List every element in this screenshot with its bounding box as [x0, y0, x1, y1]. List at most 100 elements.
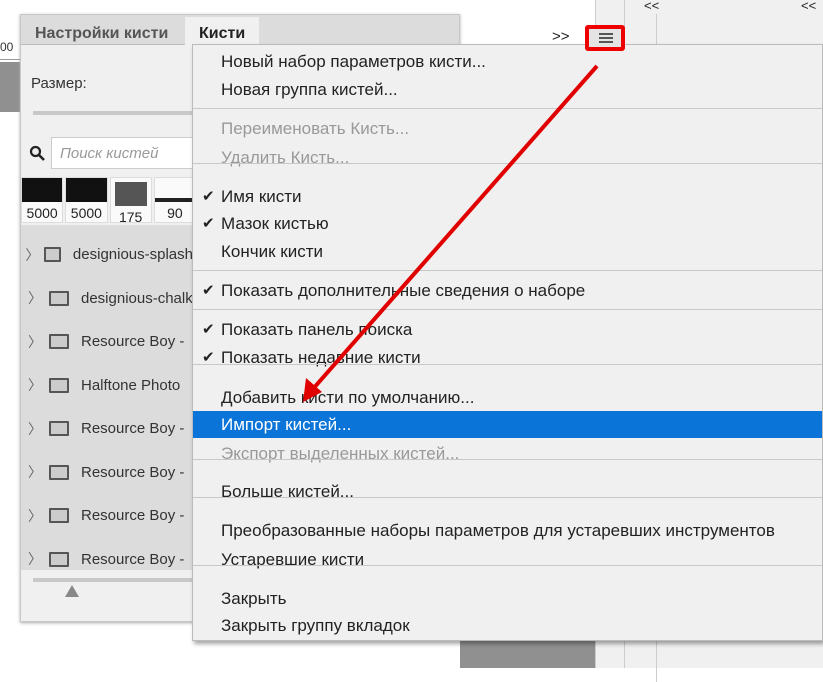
- collapse-button[interactable]: <<: [644, 0, 659, 13]
- menu-item[interactable]: Удалить Кисть...: [193, 144, 822, 171]
- menu-separator: [193, 270, 822, 271]
- brush-group-row[interactable]: 〉 Resource Boy -: [21, 494, 193, 537]
- thumbnail-size-slider[interactable]: [33, 578, 203, 582]
- chevron-right-icon[interactable]: 〉: [21, 506, 49, 526]
- menu-separator: [193, 163, 822, 164]
- brush-group-row[interactable]: 〉 designious-chalk: [21, 277, 193, 320]
- checkmark-icon: ✔: [202, 188, 215, 205]
- menu-item[interactable]: ✔ Показать дополнительные сведения о набо…: [193, 277, 822, 304]
- menu-item[interactable]: Больше кистей...: [193, 478, 822, 505]
- brush-group-row[interactable]: 〉 Resource Boy -: [21, 320, 193, 363]
- menu-item[interactable]: Кончик кисти: [193, 238, 822, 265]
- menu-item-label: Удалить Кисть...: [221, 148, 350, 167]
- brush-group-row[interactable]: 〉 designious-splash: [21, 233, 193, 276]
- group-name: designious-splash: [72, 246, 193, 263]
- chevron-right-icon[interactable]: 〉: [21, 549, 49, 569]
- menu-item-label: Переименовать Кисть...: [221, 119, 410, 138]
- folder-icon: [49, 334, 69, 349]
- folder-icon: [49, 508, 69, 523]
- brush-group-row[interactable]: 〉 Resource Boy -: [21, 451, 193, 494]
- group-name: Halftone Photo: [81, 376, 181, 394]
- group-name: Resource Boy -: [81, 420, 185, 437]
- menu-item-label: Экспорт выделенных кистей...: [221, 444, 460, 463]
- brush-thumb[interactable]: 5000: [65, 177, 108, 223]
- menu-item-label: Имя кисти: [221, 187, 302, 206]
- menu-item[interactable]: Экспорт выделенных кистей...: [193, 440, 822, 467]
- brush-thumb[interactable]: 5000: [21, 177, 64, 223]
- menu-item-label: Кончик кисти: [221, 242, 323, 261]
- group-name: Resource Boy -: [81, 333, 185, 350]
- ruler: 00: [0, 40, 22, 60]
- folder-icon: [49, 421, 69, 436]
- menu-item[interactable]: ✔ Показать недавние кисти: [193, 344, 822, 371]
- menu-item[interactable]: Новая группа кистей...: [193, 76, 822, 103]
- folder-icon: [49, 464, 69, 480]
- slider-handle[interactable]: [65, 585, 79, 597]
- menu-item[interactable]: Устаревшие кисти: [193, 546, 822, 573]
- tab-bar: Настройки кисти Кисти: [21, 15, 459, 46]
- size-label: Размер:: [31, 75, 87, 92]
- group-name: designious-chalk: [81, 289, 193, 307]
- menu-item-label: Преобразованные наборы параметров для ус…: [221, 521, 775, 540]
- folder-icon: [49, 377, 69, 393]
- menu-item-label: Показать дополнительные сведения о набор…: [221, 281, 586, 300]
- brush-group-row[interactable]: 〉 Halftone Photo: [21, 364, 193, 407]
- recent-brushes: 5000 5000 175 90: [21, 177, 196, 225]
- group-name: Resource Boy -: [81, 550, 185, 568]
- search-icon: [29, 145, 45, 161]
- collapse-button[interactable]: <<: [801, 0, 816, 13]
- menu-item-label: Закрыть: [221, 589, 287, 608]
- chevron-right-icon[interactable]: 〉: [21, 245, 44, 265]
- size-slider[interactable]: [33, 111, 203, 115]
- checkmark-icon: ✔: [202, 215, 215, 232]
- chevron-right-icon[interactable]: 〉: [21, 375, 49, 395]
- menu-item[interactable]: Импорт кистей...: [193, 411, 822, 438]
- menu-item[interactable]: Закрыть: [193, 585, 822, 612]
- brush-group-list: 〉 designious-splash 〉 designious-chalk 〉 Reso…: [21, 225, 193, 570]
- menu-item[interactable]: ✔ Имя кисти: [193, 183, 822, 210]
- menu-item[interactable]: ✔ Показать панель поиска: [193, 316, 822, 343]
- chevron-right-icon[interactable]: 〉: [21, 288, 49, 308]
- brush-group-row[interactable]: 〉 Resource Boy -: [21, 407, 193, 450]
- checkmark-icon: ✔: [202, 282, 215, 299]
- menu-separator: [193, 364, 822, 365]
- menu-item-label: Устаревшие кисти: [221, 550, 365, 569]
- chevron-right-icon[interactable]: 〉: [21, 332, 49, 352]
- brush-thumb[interactable]: 175: [109, 177, 152, 225]
- search-input[interactable]: Поиск кистей: [51, 137, 201, 169]
- panel-context-menu: Новый набор параметров кисти... Новая гру…: [192, 44, 823, 641]
- menu-item-label: Новая группа кистей...: [221, 80, 398, 99]
- menu-separator: [193, 497, 822, 498]
- chevron-right-icon[interactable]: 〉: [21, 419, 49, 439]
- menu-item-label: Добавить кисти по умолчанию...: [221, 388, 475, 407]
- folder-icon: [49, 290, 69, 306]
- menu-separator: [193, 565, 822, 566]
- brush-group-row[interactable]: 〉 Resource Boy -: [21, 538, 193, 581]
- canvas-edge: [0, 62, 22, 112]
- menu-item-label: Мазок кистью: [221, 214, 329, 233]
- folder-icon: [49, 551, 69, 567]
- menu-separator: [193, 108, 822, 109]
- menu-item[interactable]: Переименовать Кисть...: [193, 115, 822, 142]
- menu-item-label: Закрыть группу вкладок: [221, 616, 410, 635]
- panel-menu-button[interactable]: [585, 25, 625, 51]
- menu-separator: [193, 459, 822, 460]
- tab-brush-settings[interactable]: Настройки кисти: [21, 17, 182, 46]
- menu-item[interactable]: Добавить кисти по умолчанию...: [193, 384, 822, 411]
- folder-icon: [43, 247, 61, 262]
- group-name: Resource Boy -: [81, 507, 185, 524]
- menu-separator: [193, 309, 822, 310]
- menu-item-label: Импорт кистей...: [221, 415, 352, 434]
- menu-item[interactable]: ✔ Мазок кистью: [193, 210, 822, 237]
- chevron-right-icon[interactable]: 〉: [21, 462, 49, 482]
- menu-item[interactable]: Закрыть группу вкладок: [193, 612, 822, 639]
- menu-item[interactable]: Преобразованные наборы параметров для ус…: [193, 517, 822, 544]
- checkmark-icon: ✔: [202, 321, 215, 338]
- menu-item-label: Больше кистей...: [221, 482, 354, 501]
- group-name: Resource Boy -: [81, 463, 185, 481]
- menu-item[interactable]: Новый набор параметров кисти...: [193, 48, 822, 75]
- more-panels-button[interactable]: >>: [552, 28, 570, 45]
- brush-thumb[interactable]: 90: [153, 177, 196, 223]
- menu-item-label: Показать панель поиска: [221, 320, 413, 339]
- tab-brushes[interactable]: Кисти: [185, 17, 260, 46]
